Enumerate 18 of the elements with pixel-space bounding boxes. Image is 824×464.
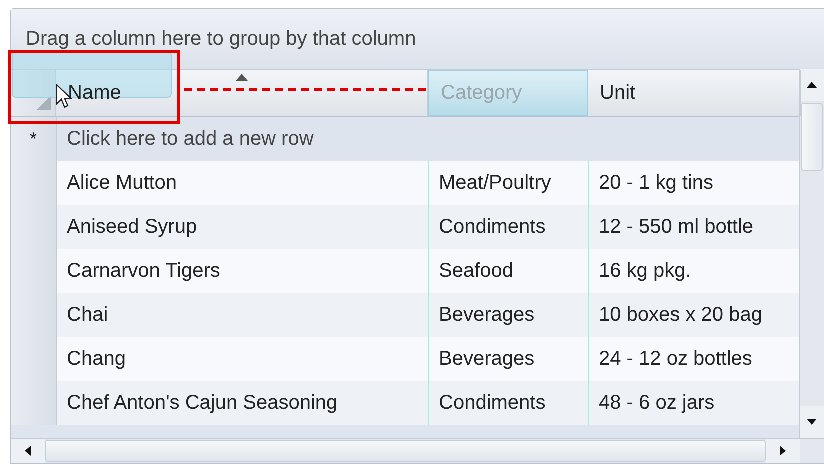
scroll-right-button[interactable] [766,439,800,463]
scroll-down-button[interactable] [800,406,824,438]
up-arrow-icon [807,82,817,88]
table-cell: Chef Anton's Cajun Seasoning [57,381,429,425]
new-row-marker: * [30,128,37,150]
scroll-thumb[interactable] [45,440,766,462]
horizontal-scrollbar[interactable] [11,438,824,463]
vertical-scrollbar[interactable] [799,69,824,438]
right-arrow-icon [780,446,786,456]
scroll-left-button[interactable] [11,439,45,463]
down-arrow-icon [807,419,817,425]
left-arrow-icon [25,446,31,456]
table-cell: Condiments [429,381,589,425]
corner-icon [37,96,51,110]
scroll-thumb[interactable] [801,103,823,171]
group-hint: Drag a column here to group by that column [26,28,416,50]
new-row-label: Click here to add a new row [66,128,314,150]
scroll-up-button[interactable] [800,69,824,101]
